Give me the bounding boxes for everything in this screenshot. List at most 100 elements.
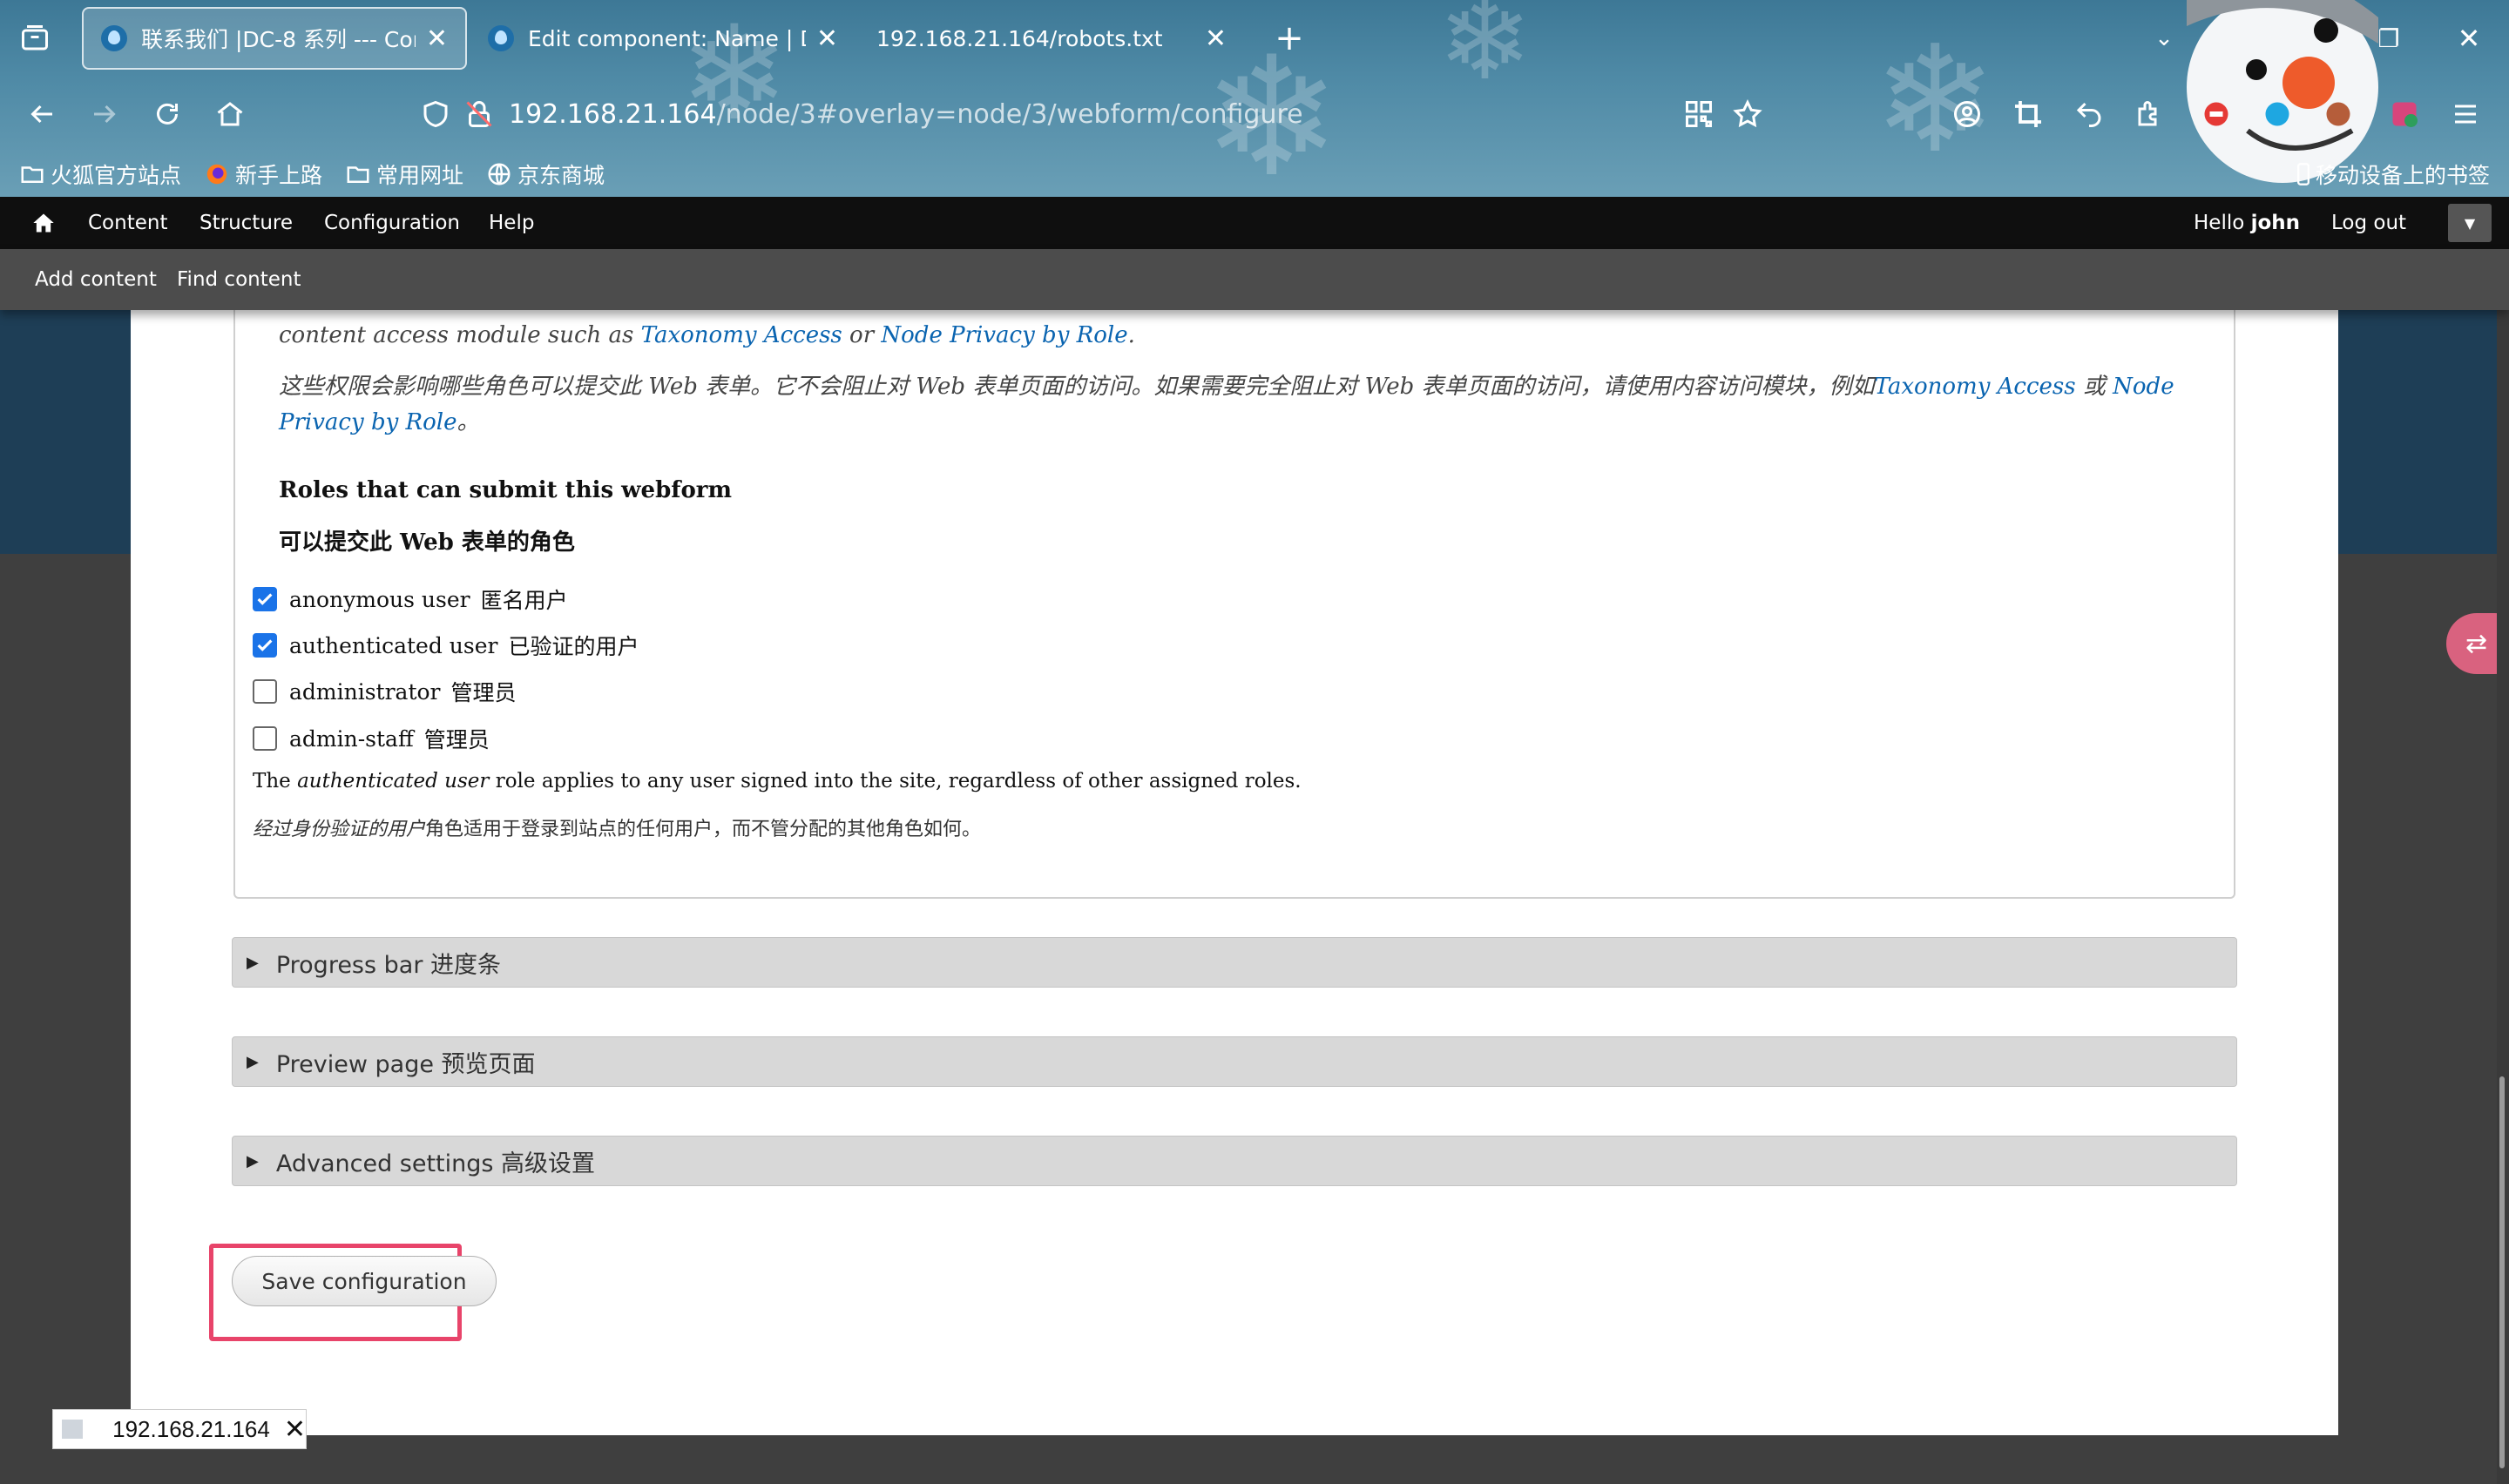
back-icon[interactable] (17, 90, 66, 138)
checkbox-unchecked-icon[interactable] (253, 726, 277, 751)
note-text: role applies to any user signed into the… (489, 770, 1302, 793)
role-label-zh: 匿名用户 (480, 588, 568, 613)
qr-code-icon[interactable] (1674, 90, 1723, 138)
tab-strip: 联系我们 |DC-8 系列 --- Contact ✕ Edit compone… (0, 0, 2509, 77)
role-checkbox-authenticated[interactable]: authenticated user 已验证的用户 (253, 630, 639, 661)
page-scrollbar[interactable] (2497, 310, 2509, 1484)
url-path: /node/3#overlay=node/3/webform/configure (716, 98, 1303, 130)
folder-icon (21, 166, 44, 183)
checkbox-checked-icon[interactable] (253, 587, 277, 611)
role-checkbox-anonymous[interactable]: anonymous user 匿名用户 (253, 583, 568, 615)
close-icon[interactable]: ✕ (816, 24, 838, 54)
reload-icon[interactable] (143, 90, 192, 138)
shield-icon[interactable] (418, 97, 453, 132)
window-close-icon[interactable]: ✕ (2445, 14, 2493, 63)
role-label: admin-staff (289, 725, 414, 752)
role-label-zh: 管理员 (423, 727, 490, 752)
advanced-settings-section[interactable]: ▶ Advanced settings 高级设置 (232, 1136, 2237, 1186)
role-checkbox-admin-staff[interactable]: admin-staff 管理员 (253, 723, 490, 754)
link-status-bar: 192.168.21.164 ✕ (52, 1409, 307, 1449)
role-label: authenticated user (289, 632, 498, 658)
note-text: 角色适用于登录到站点的任何用户，而不管分配的其他角色如何。 (425, 819, 982, 840)
tab-title: Edit component: Name | DC-8 (528, 25, 806, 51)
bookmarks-bar: 火狐官方站点 新手上路 常用网址 京东商城 (0, 152, 2509, 197)
home-icon[interactable] (206, 90, 254, 138)
roles-heading-en: Roles that can submit this webform (279, 477, 732, 503)
note-emphasis: authenticated user (297, 770, 490, 793)
access-description-zh: 这些权限会影响哪些角色可以提交此 Web 表单。它不会阻止对 Web 表单页面的… (279, 369, 2248, 441)
triangle-right-icon: ▶ (247, 953, 259, 972)
taxonomy-access-link[interactable]: Taxonomy Access (1875, 374, 2076, 400)
username[interactable]: john (2251, 212, 2300, 234)
description-text: 。 (456, 409, 480, 435)
taxonomy-access-link[interactable]: Taxonomy Access (641, 322, 842, 348)
toolbar-help[interactable]: Help (489, 197, 534, 249)
section-title: Preview page 预览页面 (275, 1050, 536, 1078)
mobile-device-icon (2296, 163, 2309, 186)
extension-puzzle-icon[interactable] (2314, 90, 2363, 138)
tab-contact[interactable]: 联系我们 |DC-8 系列 --- Contact ✕ (82, 7, 467, 70)
logout-link[interactable]: Log out (2331, 197, 2406, 249)
insecure-lock-icon[interactable] (462, 97, 497, 132)
role-label: administrator (289, 678, 441, 705)
section-title: Progress bar 进度条 (275, 951, 502, 979)
toolbar-configuration[interactable]: Configuration (324, 197, 460, 249)
url-host: 192.168.21.164 (509, 98, 717, 130)
extension-blue-icon[interactable] (2253, 90, 2302, 138)
bookmark-item[interactable]: 新手上路 (204, 159, 322, 190)
chevron-down-icon: ▼ (2464, 214, 2476, 232)
bookmark-item[interactable]: 京东商城 (486, 159, 605, 190)
undo-icon[interactable] (2065, 90, 2113, 138)
description-text: . (1127, 322, 1135, 348)
role-checkbox-administrator[interactable]: administrator 管理员 (253, 676, 517, 707)
tab-robots[interactable]: 192.168.21.164/robots.txt ✕ (859, 7, 1244, 70)
close-icon[interactable]: ✕ (426, 24, 448, 54)
shortcut-find-content[interactable]: Find content (177, 249, 301, 310)
close-icon[interactable]: ✕ (284, 1414, 306, 1445)
extension-pink-icon[interactable] (2380, 90, 2429, 138)
tab-overview-icon[interactable] (10, 14, 59, 63)
close-icon[interactable]: ✕ (1205, 24, 1227, 54)
save-configuration-button[interactable]: Save configuration (232, 1256, 497, 1306)
extensions-icon[interactable] (2126, 90, 2174, 138)
bookmark-label: 火狐官方站点 (51, 163, 182, 188)
navigation-bar: 192.168.21.164/node/3#overlay=node/3/web… (0, 77, 2509, 152)
bookmark-item[interactable]: 火狐官方站点 (19, 159, 181, 190)
scrollbar-thumb[interactable] (2499, 1076, 2505, 1468)
checkbox-checked-icon[interactable] (253, 633, 277, 658)
node-privacy-link[interactable]: Node Privacy by Role (881, 322, 1127, 348)
page-icon (62, 1420, 84, 1439)
preview-page-section[interactable]: ▶ Preview page 预览页面 (232, 1036, 2237, 1087)
menu-icon[interactable] (2441, 90, 2490, 138)
shortcuts-toggle[interactable]: ▼ (2448, 204, 2492, 242)
bookmark-item[interactable]: 常用网址 (345, 159, 463, 190)
bookmark-star-icon[interactable] (1723, 90, 1772, 138)
browser-chrome: ❄ ❄ ❄ ❄ 联系我们 |DC-8 系列 --- Contact ✕ Edit… (0, 0, 2509, 197)
toolbar-structure[interactable]: Structure (200, 197, 293, 249)
tab-edit-component[interactable]: Edit component: Name | DC-8 ✕ (470, 7, 855, 70)
greeting-text: Hello (2194, 212, 2245, 234)
admin-toolbar: Content Structure Configuration Help Hel… (0, 197, 2509, 249)
forward-icon[interactable] (80, 90, 129, 138)
url-bar[interactable]: 192.168.21.164/node/3#overlay=node/3/web… (418, 85, 1777, 143)
toolbar-content[interactable]: Content (88, 197, 167, 249)
progress-bar-section[interactable]: ▶ Progress bar 进度条 (232, 937, 2237, 988)
crop-icon[interactable] (2004, 90, 2053, 138)
extension-red-icon[interactable] (2192, 90, 2241, 138)
new-tab-icon[interactable]: + (1265, 14, 1314, 63)
home-icon (33, 213, 54, 233)
account-icon[interactable] (1943, 90, 1992, 138)
status-url: 192.168.21.164 (112, 1415, 270, 1442)
triangle-right-icon: ▶ (247, 1151, 259, 1170)
user-greeting: Hello john (2194, 197, 2300, 249)
section-title: Advanced settings 高级设置 (275, 1150, 596, 1177)
triangle-right-icon: ▶ (247, 1052, 259, 1071)
toolbar-home[interactable] (31, 197, 56, 249)
checkbox-unchecked-icon[interactable] (253, 679, 277, 704)
description-text: 这些权限会影响哪些角色可以提交此 Web 表单。它不会阻止对 Web 表单页面的… (279, 374, 1875, 400)
bookmark-label: 京东商城 (517, 163, 605, 188)
mobile-bookmarks[interactable]: 移动设备上的书签 (2291, 152, 2490, 197)
role-label: anonymous user (289, 586, 470, 612)
shortcut-add-content[interactable]: Add content (35, 249, 157, 310)
authenticated-role-note-zh: 经过身份验证的用户角色适用于登录到站点的任何用户，而不管分配的其他角色如何。 (253, 813, 981, 841)
